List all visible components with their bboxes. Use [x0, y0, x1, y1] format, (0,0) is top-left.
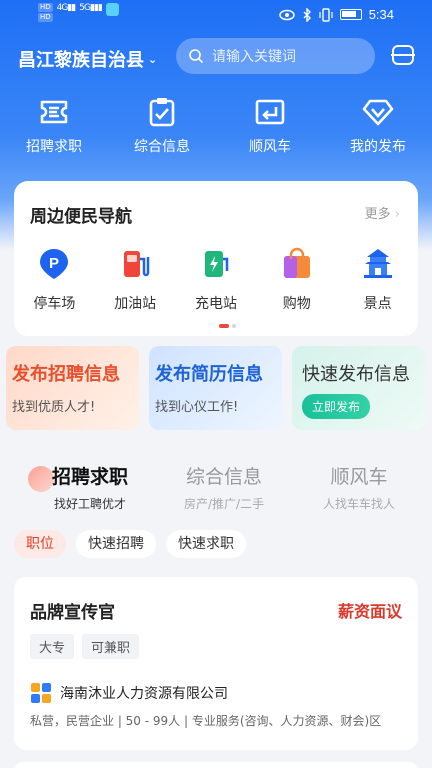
top-nav: 招聘求职 综合信息 顺风车 我的发布 — [0, 96, 432, 160]
eye-icon — [278, 9, 295, 20]
service-charging-station[interactable]: 充电站 — [176, 247, 257, 313]
signal-5g: 5G▮▮▮ — [79, 3, 103, 13]
hd-badge-1: HD — [38, 3, 53, 12]
svg-text:P: P — [49, 255, 59, 272]
promo-subtitle: 找到优质人才! — [12, 400, 96, 415]
nav-item-ride[interactable]: 顺风车 — [216, 96, 324, 160]
status-right: 5:34 — [278, 7, 394, 22]
filter-quick-hire[interactable]: 快速招聘 — [76, 530, 156, 558]
chevron-right-icon: › — [394, 207, 400, 222]
clipboard-check-icon — [149, 98, 175, 127]
nav-item-label: 我的发布 — [350, 139, 406, 155]
tab-info[interactable]: 综合信息 房产/推广/二手 — [184, 462, 264, 512]
promo-title: 发布简历信息 — [155, 364, 263, 385]
search-placeholder: 请输入关键词 — [212, 49, 296, 65]
return-arrow-icon — [255, 99, 285, 125]
filter-positions[interactable]: 职位 — [14, 530, 66, 558]
service-parking[interactable]: P 停车场 — [14, 247, 95, 313]
notification-app-icon — [105, 3, 119, 16]
job-tags: 大专 可兼职 — [30, 634, 140, 659]
category-tabs: 招聘求职 找好工聘优才 综合信息 房产/推广/二手 顺风车 人找车车找人 — [0, 462, 432, 516]
hd-badge-2: HD — [38, 13, 53, 22]
scan-icon[interactable] — [391, 44, 415, 66]
service-label: 购物 — [282, 296, 311, 312]
nav-item-label: 招聘求职 — [26, 139, 82, 155]
filter-quick-apply[interactable]: 快速求职 — [166, 530, 246, 558]
shopping-bag-icon — [283, 247, 310, 278]
tab-title: 顺风车 — [330, 466, 388, 488]
promo-subtitle: 找到心仪工作! — [155, 400, 239, 415]
company-row: 海南沐业人力资源有限公司 — [30, 682, 228, 704]
service-attractions[interactable]: 景点 — [337, 247, 418, 313]
service-label: 加油站 — [114, 296, 157, 312]
company-logo-icon — [31, 683, 51, 703]
filter-chips: 职位 快速招聘 快速求职 — [14, 530, 246, 558]
battery-icon — [339, 9, 362, 20]
temple-icon — [363, 249, 392, 278]
promo-post-resume[interactable]: 发布简历信息 找到心仪工作! — [149, 346, 282, 430]
service-label: 停车场 — [33, 296, 76, 312]
search-icon — [189, 49, 204, 64]
signal-4g: 4G▮▮ — [56, 3, 77, 13]
service-gas-station[interactable]: 加油站 — [95, 247, 176, 313]
charging-station-icon — [204, 251, 229, 277]
job-tag: 大专 — [30, 634, 75, 659]
location-selector[interactable]: 昌江黎族自治县 ⌄ — [18, 46, 157, 72]
service-shopping[interactable]: 购物 — [256, 247, 337, 313]
nearby-services-card: 周边便民导航 更多 › P 停车场 加油站 充电站 购物 景点 — [14, 181, 418, 336]
parking-icon: P — [40, 249, 69, 279]
company-name: 海南沐业人力资源有限公司 — [60, 686, 228, 702]
tab-subtitle: 人找车车找人 — [323, 497, 396, 511]
job-salary: 薪资面议 — [337, 602, 402, 621]
nav-item-info[interactable]: 综合信息 — [108, 96, 216, 160]
bluetooth-icon — [303, 7, 311, 22]
promo-title: 发布招聘信息 — [12, 364, 120, 385]
clock: 5:34 — [368, 7, 394, 22]
diamond-icon — [362, 99, 394, 126]
status-bar: HD HD 4G▮▮ 5G▮▮▮ 5:34 — [0, 0, 432, 30]
ticket-icon — [40, 100, 68, 124]
network-indicators: HD HD 4G▮▮ 5G▮▮▮ — [38, 3, 119, 22]
job-tag: 可兼职 — [82, 634, 140, 659]
vibrate-icon — [319, 7, 333, 22]
promo-quick-post: 快速发布信息 立即发布 — [292, 346, 425, 430]
tab-title: 综合信息 — [186, 466, 263, 488]
search-bar[interactable]: 请输入关键词 — [176, 38, 375, 74]
job-card[interactable]: 品牌宣传官 薪资面议 大专 可兼职 海南沐业人力资源有限公司 私营，民营企业 |… — [14, 577, 418, 750]
job-title: 品牌宣传官 — [30, 603, 115, 623]
promo-title: 快速发布信息 — [302, 364, 410, 385]
more-link[interactable]: 更多 › — [365, 203, 400, 222]
tab-ride[interactable]: 顺风车 人找车车找人 — [323, 462, 395, 512]
page-indicator — [219, 324, 236, 328]
chevron-down-icon: ⌄ — [148, 52, 158, 66]
app-header: 昌江黎族自治县 ⌄ 请输入关键词 — [0, 36, 432, 78]
tab-title: 招聘求职 — [52, 466, 129, 488]
page-dot-active — [219, 324, 229, 328]
tab-jobs[interactable]: 招聘求职 找好工聘优才 — [52, 462, 128, 512]
gas-station-icon — [124, 251, 150, 277]
next-job-card[interactable] — [14, 762, 418, 768]
company-meta: 私营，民营企业 | 50 - 99人 | 专业服务(咨询、人力资源、财会)区 — [30, 714, 382, 728]
nearby-title: 周边便民导航 — [30, 207, 132, 227]
promo-post-job[interactable]: 发布招聘信息 找到优质人才! — [6, 346, 139, 430]
post-now-button[interactable]: 立即发布 — [302, 394, 371, 419]
service-label: 充电站 — [194, 296, 237, 312]
location-label: 昌江黎族自治县 — [18, 50, 144, 71]
nav-item-my-posts[interactable]: 我的发布 — [324, 96, 432, 160]
tab-subtitle: 房产/推广/二手 — [184, 497, 265, 511]
nav-item-label: 综合信息 — [134, 139, 190, 155]
nav-item-label: 顺风车 — [249, 139, 291, 155]
page-dot — [232, 324, 236, 328]
service-label: 景点 — [363, 296, 392, 312]
nav-item-jobs[interactable]: 招聘求职 — [0, 96, 108, 160]
tab-subtitle: 找好工聘优才 — [54, 497, 127, 511]
